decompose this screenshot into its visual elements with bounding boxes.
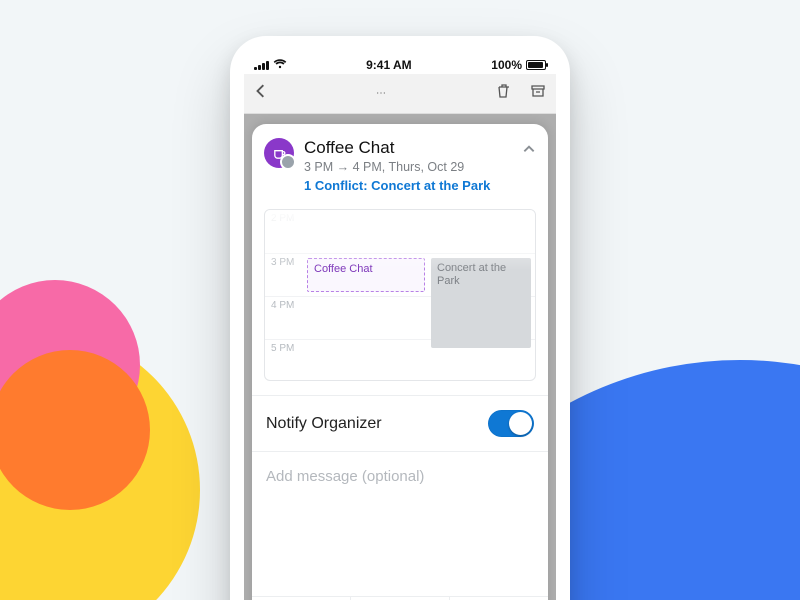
- status-time: 9:41 AM: [366, 58, 412, 72]
- collapse-icon[interactable]: [522, 138, 536, 193]
- mini-calendar[interactable]: 2 PM 3 PM 4 PM 5 PM Coffee Chat Concert …: [264, 209, 536, 381]
- hour-label: 2 PM: [265, 210, 535, 224]
- event-time: 3 PM → 4 PM, Thurs, Oct 29: [304, 160, 512, 174]
- trash-icon[interactable]: [496, 83, 512, 104]
- battery-icon: [526, 60, 546, 70]
- notify-organizer-row: Notify Organizer: [252, 395, 548, 451]
- back-icon[interactable]: [254, 84, 268, 103]
- archive-icon[interactable]: [530, 83, 546, 104]
- calendar-event-conflict[interactable]: Concert at the Park: [431, 258, 531, 348]
- calendar-event-proposed[interactable]: Coffee Chat: [307, 258, 425, 292]
- phone-screen: 9:41 AM 100% ⋯: [244, 50, 556, 600]
- message-input[interactable]: Add message (optional): [252, 451, 548, 501]
- event-title: Coffee Chat: [304, 138, 512, 158]
- conflict-link[interactable]: 1 Conflict: Concert at the Park: [304, 178, 512, 193]
- battery-pct: 100%: [491, 58, 522, 72]
- rsvp-actions: Accept ? Tentative Decline: [252, 596, 548, 600]
- cell-signal-icon: [254, 60, 269, 70]
- event-category-icon: [264, 138, 294, 168]
- phone-frame: 9:41 AM 100% ⋯: [230, 36, 570, 600]
- nav-bar: ⋯: [244, 74, 556, 114]
- notify-organizer-toggle[interactable]: [488, 410, 534, 437]
- overflow-icon[interactable]: ⋯: [376, 88, 388, 99]
- status-bar: 9:41 AM 100%: [244, 50, 556, 74]
- rsvp-sheet: Coffee Chat 3 PM → 4 PM, Thurs, Oct 29 1…: [252, 124, 548, 600]
- wifi-icon: [273, 59, 287, 72]
- notify-organizer-label: Notify Organizer: [266, 415, 382, 433]
